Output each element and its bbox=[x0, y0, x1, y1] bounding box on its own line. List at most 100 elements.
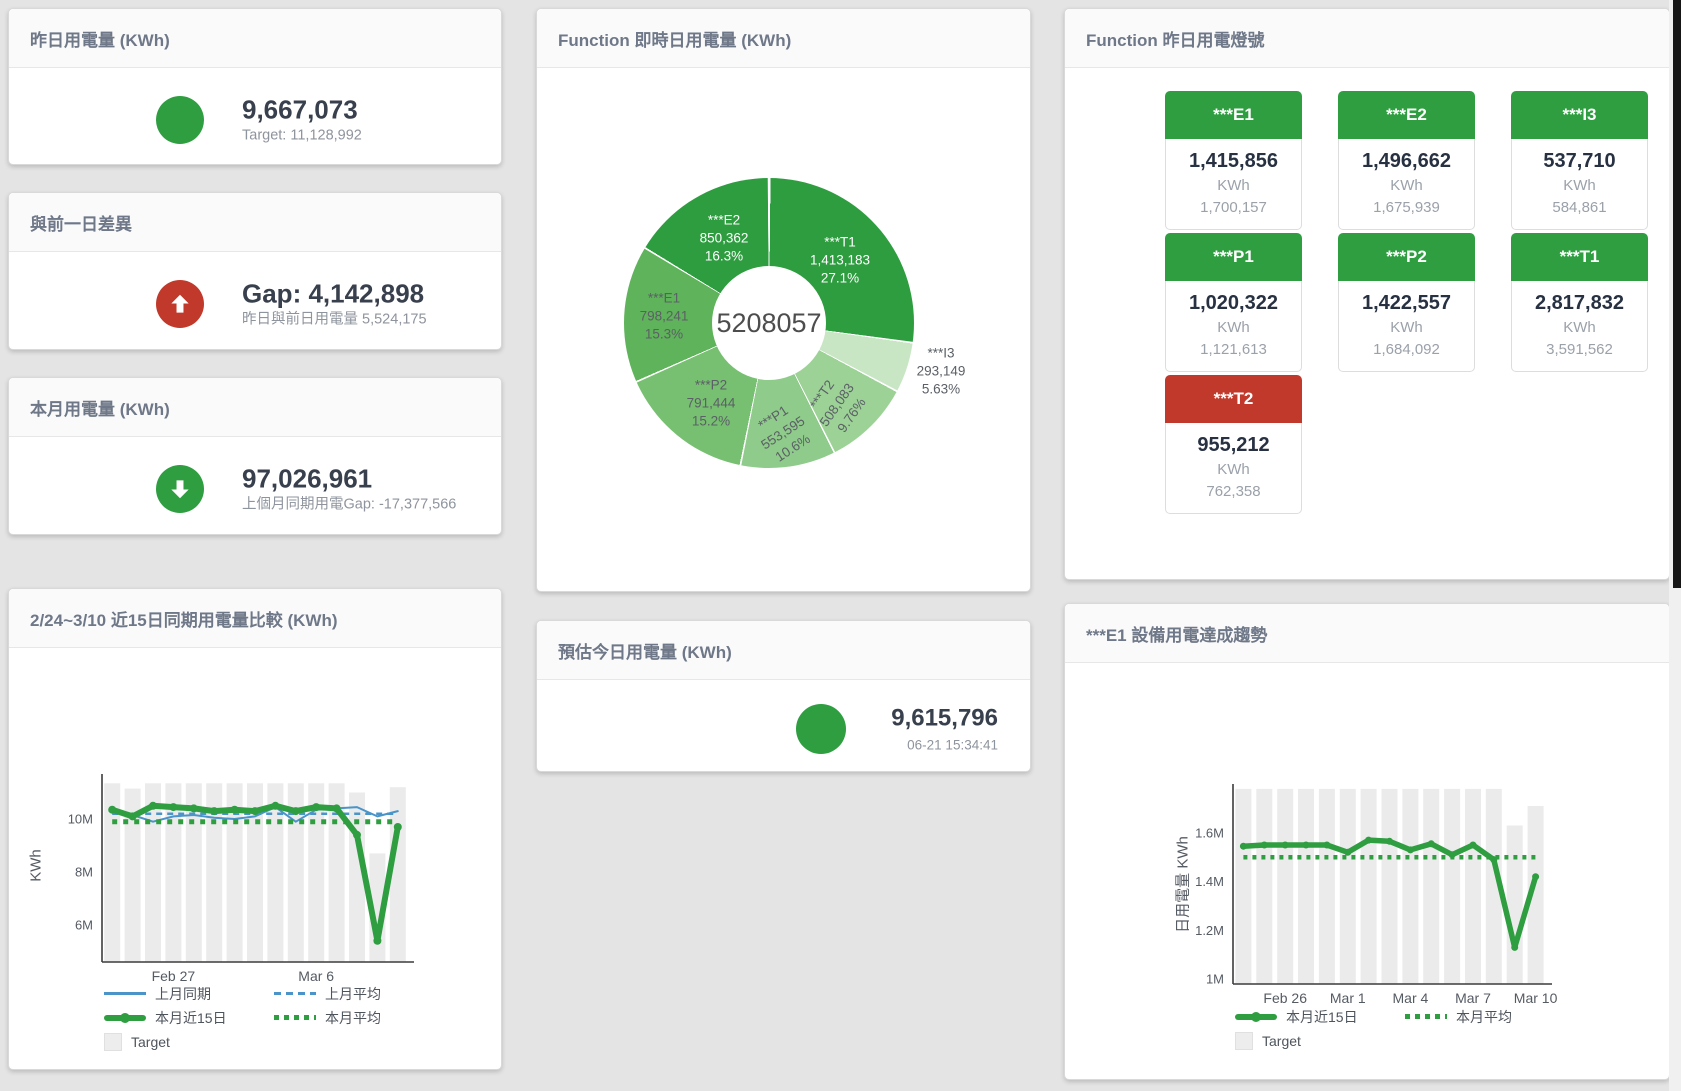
stat-value: Gap: 4,142,898 bbox=[242, 278, 427, 310]
panel-title: 昨日用電量 (KWh) bbox=[30, 31, 170, 50]
legend-label: 本月近15日 bbox=[1286, 1007, 1358, 1027]
legend-marker-dot bbox=[1251, 1012, 1261, 1022]
tile-unit: KWh bbox=[1514, 316, 1645, 339]
status-circle bbox=[156, 96, 204, 144]
light-tile-E2: ***E21,496,662KWh1,675,939 bbox=[1338, 91, 1475, 230]
light-tile-E1: ***E11,415,856KWh1,700,157 bbox=[1165, 91, 1302, 230]
panel-header: Function 即時日用電量 (KWh) bbox=[537, 9, 1030, 68]
tile-body: 537,710KWh584,861 bbox=[1511, 139, 1648, 230]
stat-row: 97,026,961 上個月同期用電Gap: -17,377,566 bbox=[9, 437, 501, 541]
tile-body: 1,020,322KWh1,121,613 bbox=[1165, 281, 1302, 372]
stat-subtitle: 上個月同期用電Gap: -17,377,566 bbox=[242, 495, 456, 516]
stat-value: 9,615,796 bbox=[891, 703, 998, 735]
panel-15day-compare: 2/24~3/10 近15日同期用電量比較 (KWh) KWh 6M8M10MF… bbox=[8, 588, 502, 1070]
arrow-down-icon bbox=[167, 476, 193, 502]
panel-yesterday-usage: 昨日用電量 (KWh) 9,667,073 Target: 11,128,992 bbox=[8, 8, 502, 165]
tile-target-value: 1,684,092 bbox=[1341, 339, 1472, 361]
stat-row: 9,667,073 Target: 11,128,992 bbox=[9, 68, 501, 171]
legend-item[interactable]: 本月平均 bbox=[274, 1008, 444, 1027]
donut-slice-label: ***I3293,1495.63% bbox=[917, 344, 966, 397]
tile-target-value: 1,121,613 bbox=[1168, 339, 1299, 361]
tile-value: 1,496,662 bbox=[1341, 148, 1472, 174]
panel-title: 本月用電量 (KWh) bbox=[30, 400, 170, 419]
stat-subtitle: 昨日與前日用電量 5,524,175 bbox=[242, 310, 427, 331]
panel-header: 本月用電量 (KWh) bbox=[9, 378, 501, 437]
legend-item[interactable]: 本月近15日 bbox=[104, 1008, 274, 1027]
tile-status-header: ***E2 bbox=[1338, 91, 1475, 139]
panel-header: Function 昨日用電燈號 bbox=[1065, 9, 1669, 68]
panel-header: 昨日用電量 (KWh) bbox=[9, 9, 501, 68]
scrollbar-thumb[interactable] bbox=[1673, 0, 1681, 588]
tile-value: 2,817,832 bbox=[1514, 290, 1645, 316]
svg-text:Mar 10: Mar 10 bbox=[1514, 990, 1558, 1006]
svg-text:Mar 6: Mar 6 bbox=[298, 968, 334, 984]
stat-row: 9,615,796 06-21 15:34:41 bbox=[537, 680, 1030, 778]
tile-unit: KWh bbox=[1341, 316, 1472, 339]
donut-slice-label: ***P2791,44415.2% bbox=[687, 376, 736, 429]
donut-center-total: 5208057 bbox=[716, 308, 821, 339]
panel-prev-day-gap: 與前一日差異 Gap: 4,142,898 昨日與前日用電量 5,524,175 bbox=[8, 192, 502, 350]
tile-status-header: ***T2 bbox=[1165, 375, 1302, 423]
legend-label: Target bbox=[131, 1034, 170, 1050]
tile-unit: KWh bbox=[1341, 174, 1472, 197]
tile-value: 537,710 bbox=[1514, 148, 1645, 174]
tile-value: 1,422,557 bbox=[1341, 290, 1472, 316]
status-circle bbox=[156, 465, 204, 513]
stat-row: Gap: 4,142,898 昨日與前日用電量 5,524,175 bbox=[9, 252, 501, 356]
legend-item[interactable]: Target bbox=[1235, 1031, 1405, 1050]
donut-slice-label: ***E2850,36216.3% bbox=[700, 211, 749, 264]
legend-item[interactable]: 上月同期 bbox=[104, 984, 274, 1003]
legend-item[interactable]: Target bbox=[104, 1032, 274, 1051]
tile-target-value: 1,675,939 bbox=[1341, 197, 1472, 219]
legend-item[interactable]: 本月近15日 bbox=[1235, 1007, 1405, 1026]
donut-slice-label: ***T2508,0839.76% bbox=[801, 370, 873, 441]
tile-target-value: 584,861 bbox=[1514, 197, 1645, 219]
light-tile-T1: ***T12,817,832KWh3,591,562 bbox=[1511, 233, 1648, 372]
legend-marker-dash bbox=[274, 992, 316, 995]
panel-title: Function 昨日用電燈號 bbox=[1086, 31, 1264, 50]
panel-yesterday-lights: Function 昨日用電燈號 ***E11,415,856KWh1,700,1… bbox=[1064, 8, 1670, 580]
legend-label: Target bbox=[1262, 1033, 1301, 1049]
svg-text:1.2M: 1.2M bbox=[1195, 923, 1224, 938]
tile-body: 1,496,662KWh1,675,939 bbox=[1338, 139, 1475, 230]
panel-e1-trend: ***E1 設備用電達成趨勢 日用電量 KWh 1M1.2M1.4M1.6MFe… bbox=[1064, 603, 1670, 1080]
svg-text:1.4M: 1.4M bbox=[1195, 874, 1224, 889]
svg-text:Mar 7: Mar 7 bbox=[1455, 990, 1491, 1006]
stat-value: 9,667,073 bbox=[242, 93, 362, 125]
panel-title: 2/24~3/10 近15日同期用電量比較 (KWh) bbox=[30, 611, 338, 630]
light-tile-P2: ***P21,422,557KWh1,684,092 bbox=[1338, 233, 1475, 372]
legend-marker-square bbox=[104, 1033, 122, 1051]
panel-today-estimate: 預估今日用電量 (KWh) 9,615,796 06-21 15:34:41 bbox=[536, 620, 1031, 772]
svg-text:Mar 1: Mar 1 bbox=[1330, 990, 1366, 1006]
legend-item[interactable]: 上月平均 bbox=[274, 984, 444, 1003]
tile-body: 1,422,557KWh1,684,092 bbox=[1338, 281, 1475, 372]
tile-status-header: ***E1 bbox=[1165, 91, 1302, 139]
stat-subtitle: Target: 11,128,992 bbox=[242, 125, 362, 146]
panel-header: ***E1 設備用電達成趨勢 bbox=[1065, 604, 1669, 663]
svg-text:10M: 10M bbox=[68, 812, 93, 827]
panel-header: 與前一日差異 bbox=[9, 193, 501, 252]
legend-label: 本月平均 bbox=[1456, 1007, 1512, 1027]
tile-body: 955,212KWh762,358 bbox=[1165, 423, 1302, 514]
tile-status-header: ***T1 bbox=[1511, 233, 1648, 281]
tile-value: 955,212 bbox=[1168, 432, 1299, 458]
panel-title: Function 即時日用電量 (KWh) bbox=[558, 31, 791, 50]
tile-status-header: ***P1 bbox=[1165, 233, 1302, 281]
legend-marker-dots bbox=[274, 1015, 316, 1020]
light-tile-I3: ***I3537,710KWh584,861 bbox=[1511, 91, 1648, 230]
arrow-up-icon bbox=[167, 291, 193, 317]
legend-label: 上月平均 bbox=[325, 984, 381, 1004]
tile-unit: KWh bbox=[1168, 316, 1299, 339]
panel-title: ***E1 設備用電達成趨勢 bbox=[1086, 626, 1267, 645]
legend-item[interactable]: 本月平均 bbox=[1405, 1007, 1575, 1026]
legend-marker-thick bbox=[1235, 1014, 1277, 1020]
svg-text:Feb 26: Feb 26 bbox=[1263, 990, 1307, 1006]
tile-value: 1,020,322 bbox=[1168, 290, 1299, 316]
panel-title: 預估今日用電量 (KWh) bbox=[558, 643, 732, 662]
panel-header: 2/24~3/10 近15日同期用電量比較 (KWh) bbox=[9, 589, 501, 648]
tile-target-value: 1,700,157 bbox=[1168, 197, 1299, 219]
donut-chart: 5208057 ***T11,413,18327.1%***I3293,1495… bbox=[624, 178, 914, 468]
legend-label: 本月近15日 bbox=[155, 1008, 227, 1028]
tile-unit: KWh bbox=[1168, 174, 1299, 197]
line-chart-compare: 6M8M10MFeb 27Mar 6 bbox=[39, 739, 459, 999]
